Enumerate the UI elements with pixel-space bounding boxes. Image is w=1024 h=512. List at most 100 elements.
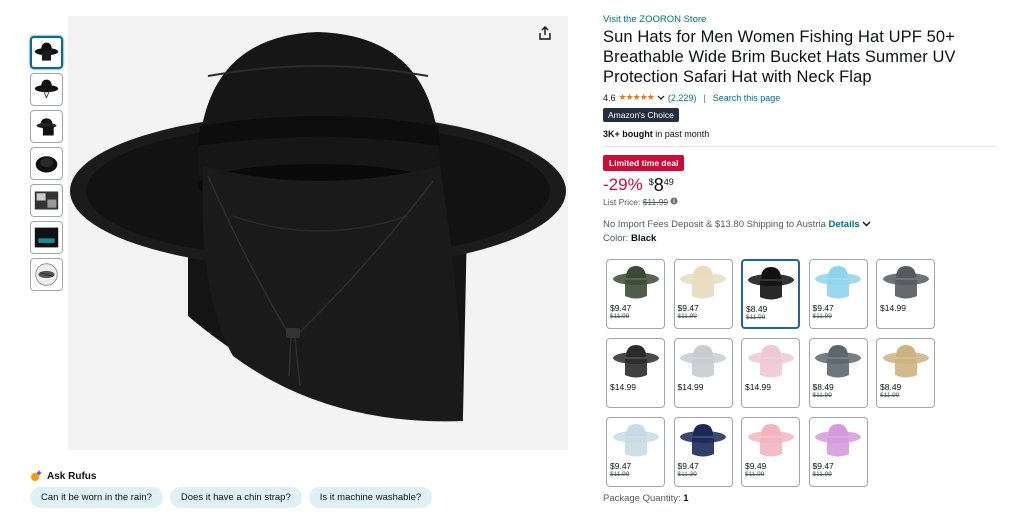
rating-row: 4.6 ★★★★★ (2,229) | Search this page (603, 92, 998, 103)
rating-value: 4.6 (603, 92, 616, 103)
swatch-image (810, 418, 867, 461)
ask-rufus-label: Ask Rufus (47, 470, 97, 482)
color-swatch[interactable]: $14.99 (876, 259, 935, 329)
swatch-image (607, 418, 664, 461)
main-product-image[interactable] (68, 16, 568, 450)
rating-count-link[interactable]: (2,229) (668, 93, 697, 103)
discount-percent: -29% (603, 175, 643, 194)
swatch-old-price: $11.99 (610, 471, 630, 478)
list-price: List Price: $11.99 (603, 197, 998, 207)
price: $ 8 49 (649, 175, 674, 195)
rufus-sparkle-icon (31, 470, 42, 481)
thumbnail-1[interactable] (30, 36, 63, 69)
color-swatch[interactable]: $14.99 (673, 338, 733, 408)
color-swatch[interactable]: $9.47 $11.99 (808, 417, 868, 487)
shipping-info: No Import Fees Deposit & $13.80 Shipping… (603, 219, 998, 230)
swatch-image (877, 339, 934, 382)
color-swatch[interactable]: $9.47 $11.39 (673, 417, 733, 487)
color-swatch[interactable]: $14.99 (741, 338, 800, 408)
bought-count: 3K+ bought in past month (603, 129, 998, 139)
swatch-image (675, 339, 732, 382)
price-whole: 8 (653, 175, 664, 195)
swatch-price: $9.47 (812, 461, 834, 471)
thumbnail-6[interactable] (30, 221, 63, 254)
swatch-price: $8.49 (880, 382, 902, 392)
package-value: 1 (683, 493, 689, 504)
share-button[interactable] (534, 22, 556, 44)
swatch-old-price: $11.99 (812, 313, 832, 320)
color-swatch[interactable]: $9.47 $11.99 (673, 259, 733, 329)
shipping-text: No Import Fees Deposit & $13.80 Shipping… (603, 219, 829, 230)
swatch-image (877, 260, 934, 303)
swatch-image (742, 418, 799, 461)
color-label: Color: (603, 233, 631, 244)
swatch-price: $9.47 (610, 461, 632, 471)
swatch-old-price: $11.99 (610, 313, 630, 320)
color-swatch[interactable]: $14.99 (606, 338, 665, 408)
swatch-image (675, 260, 732, 303)
amazons-choice-badge: Amazon's Choice (603, 108, 679, 122)
swatch-old-price: $11.99 (677, 313, 697, 320)
product-info: Visit the ZOORON Store Sun Hats for Men … (603, 14, 998, 244)
bought-count-bold: 3K+ bought (603, 129, 653, 139)
swatch-price: $14.99 (677, 382, 704, 392)
star-rating-icon[interactable]: ★★★★★ (619, 92, 655, 103)
thumbnail-2[interactable] (30, 73, 63, 106)
search-page-link[interactable]: Search this page (713, 93, 781, 103)
color-selector-label: Color: Black (603, 233, 998, 244)
color-swatch[interactable]: $9.47 $11.99 (606, 417, 665, 487)
swatch-image (607, 260, 664, 303)
swatch-price: $9.47 (610, 303, 632, 313)
swatch-price: $9.47 (812, 303, 834, 313)
price-fraction: 49 (663, 177, 674, 187)
list-price-label: List Price: (603, 197, 643, 207)
list-price-value: $11.99 (642, 197, 669, 207)
color-swatch[interactable]: $9.49 $11.99 (741, 417, 800, 487)
swatch-image (675, 418, 732, 461)
color-swatch[interactable]: $8.49 $11.99 (808, 338, 868, 408)
swatch-image (810, 260, 867, 303)
swatch-price: $8.49 (746, 304, 768, 314)
swatch-old-price: $11.99 (880, 392, 900, 399)
swatch-old-price: $11.99 (745, 471, 765, 478)
divider (603, 146, 996, 147)
swatch-old-price: $11.99 (812, 471, 832, 478)
price-row: -29% $ 8 49 (603, 175, 998, 195)
swatch-image (607, 339, 664, 382)
color-swatch[interactable]: $9.47 $11.99 (606, 259, 665, 329)
limited-deal-badge: Limited time deal (603, 155, 685, 171)
rufus-chip-chin-strap[interactable]: Does it have a chin strap? (169, 487, 302, 508)
swatch-image (810, 339, 867, 382)
ask-rufus[interactable]: Ask Rufus (30, 470, 96, 482)
color-value: Black (630, 233, 657, 244)
swatch-image (742, 339, 799, 382)
thumbnail-4[interactable] (30, 147, 63, 180)
bought-count-rest: in past month (652, 129, 710, 139)
thumbnail-3[interactable] (30, 110, 63, 143)
rufus-suggestions: Can it be worn in the rain? Does it have… (30, 487, 433, 508)
product-title: Sun Hats for Men Women Fishing Hat UPF 5… (603, 28, 956, 86)
separator: | (703, 92, 706, 103)
swatch-image (743, 261, 798, 304)
thumbnail-strip (30, 36, 64, 295)
thumbnail-5[interactable] (30, 184, 63, 217)
color-swatch-grid: $9.47 $11.99 $9.47 $11.99 $8.49 $11.99 $9.47 $1… (606, 259, 946, 487)
chevron-down-icon[interactable] (657, 95, 665, 101)
rufus-chip-washable[interactable]: Is it machine washable? (308, 487, 433, 508)
package-label: Package Quantity: (603, 493, 684, 504)
color-swatch[interactable]: $9.47 $11.99 (808, 259, 868, 329)
details-link[interactable]: Details (829, 219, 860, 230)
info-icon[interactable] (670, 197, 678, 205)
swatch-old-price: $11.99 (812, 392, 832, 399)
thumbnail-7[interactable] (30, 258, 63, 291)
color-swatch[interactable]: $8.49 $11.99 (741, 259, 800, 329)
swatch-old-price: $11.39 (677, 471, 697, 478)
swatch-price: $9.47 (677, 461, 699, 471)
chevron-down-icon[interactable] (862, 221, 871, 227)
package-quantity: Package Quantity: 1 (603, 493, 689, 504)
color-swatch[interactable]: $8.49 $11.99 (876, 338, 935, 408)
swatch-price: $9.47 (677, 303, 699, 313)
rufus-chip-rain[interactable]: Can it be worn in the rain? (30, 487, 163, 508)
store-link[interactable]: Visit the ZOORON Store (603, 14, 998, 25)
swatch-price: $9.49 (745, 461, 767, 471)
